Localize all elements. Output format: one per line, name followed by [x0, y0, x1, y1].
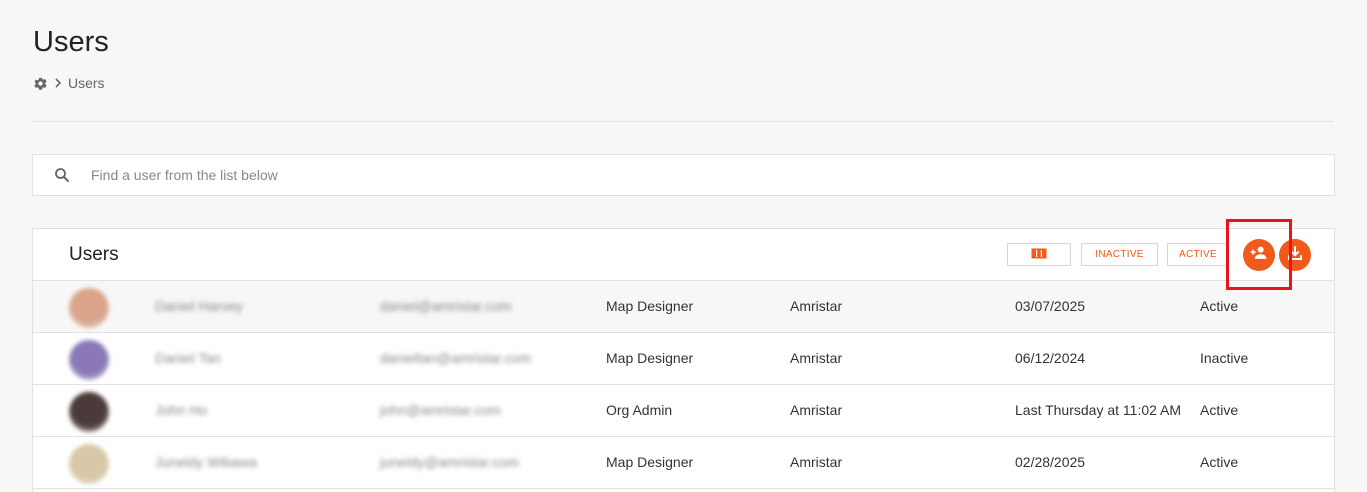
- divider: [33, 121, 1334, 122]
- active-filter-button[interactable]: ACTIVE: [1167, 243, 1229, 266]
- table-row[interactable]: Juneldy Wibawa juneldy@amristar.com Map De…: [33, 437, 1334, 489]
- search-input[interactable]: [91, 160, 1291, 190]
- add-user-button[interactable]: [1243, 239, 1275, 271]
- cell-name: Daniel Tan: [155, 350, 221, 366]
- avatar: [69, 444, 109, 484]
- cell-name: Juneldy Wibawa: [155, 454, 257, 470]
- inactive-filter-button[interactable]: INACTIVE: [1081, 243, 1158, 266]
- cell-organization: Amristar: [790, 350, 843, 366]
- page-title: Users: [33, 26, 109, 58]
- cell-role: Map Designer: [606, 298, 694, 314]
- cell-role: Map Designer: [606, 350, 694, 366]
- cell-name: John Ho: [155, 402, 208, 418]
- search-bar: [32, 154, 1335, 196]
- cell-email: john@amristar.com: [380, 402, 501, 418]
- cell-last-active: 02/28/2025: [1015, 454, 1086, 470]
- avatar: [69, 288, 109, 328]
- avatar: [69, 340, 109, 380]
- cell-email: juneldy@amristar.com: [380, 454, 519, 470]
- columns-button[interactable]: [1007, 243, 1071, 266]
- users-card: Users INACTIVE ACTIVE Daniel Harvey dani…: [32, 228, 1335, 492]
- gear-icon[interactable]: [33, 76, 48, 91]
- cell-organization: Amristar: [790, 454, 843, 470]
- download-icon: [1286, 244, 1304, 266]
- avatar: [69, 392, 109, 432]
- cell-status: Active: [1200, 402, 1239, 418]
- cell-role: Map Designer: [606, 454, 694, 470]
- cell-organization: Amristar: [790, 402, 843, 418]
- table-row[interactable]: John Ho john@amristar.com Org Admin Amrista…: [33, 385, 1334, 437]
- cell-email: daniel@amristar.com: [380, 298, 512, 314]
- cell-last-active: 06/12/2024: [1015, 350, 1086, 366]
- cell-name: Daniel Harvey: [155, 298, 243, 314]
- card-title: Users: [69, 244, 119, 265]
- breadcrumb: Users: [33, 75, 105, 91]
- cell-last-active: 03/07/2025: [1015, 298, 1086, 314]
- table-row[interactable]: Daniel Harvey daniel@amristar.com Map Desi…: [33, 281, 1334, 333]
- card-header: Users INACTIVE ACTIVE: [33, 229, 1334, 281]
- search-icon: [53, 166, 71, 184]
- cell-organization: Amristar: [790, 298, 843, 314]
- breadcrumb-current: Users: [68, 75, 105, 91]
- chevron-right-icon: [54, 78, 62, 88]
- cell-status: Active: [1200, 454, 1239, 470]
- cell-status: Active: [1200, 298, 1239, 314]
- cell-role: Org Admin: [606, 402, 673, 418]
- cell-last-active: Last Thursday at 11:02 AM: [1015, 402, 1182, 418]
- add-user-icon: [1249, 243, 1269, 267]
- cell-email: danieltan@amristar.com: [380, 350, 532, 366]
- table-row[interactable]: Daniel Tan danieltan@amristar.com Map Desi…: [33, 333, 1334, 385]
- download-button[interactable]: [1279, 239, 1311, 271]
- cell-status: Inactive: [1200, 350, 1249, 366]
- columns-icon: [1031, 248, 1047, 262]
